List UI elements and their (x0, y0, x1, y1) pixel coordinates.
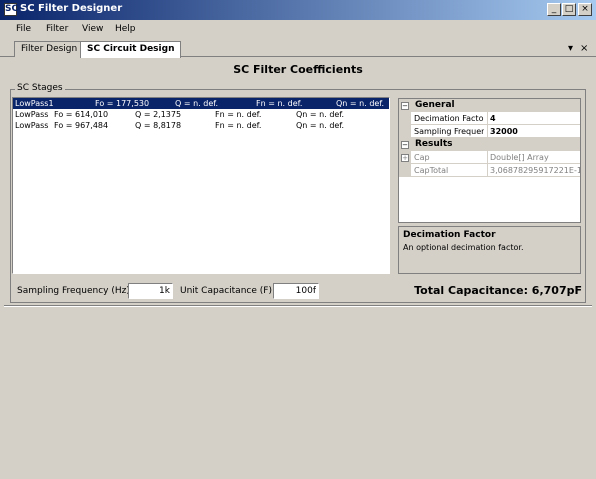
content-panel: SC Filter Coefficients SC Stages LowPass… (4, 58, 592, 306)
menu-file[interactable]: File (16, 24, 31, 34)
expand-icon[interactable]: + (401, 154, 409, 162)
description-text: An optional decimation factor. (403, 243, 524, 252)
unit-capacitance-label: Unit Capacitance (F): (180, 286, 275, 296)
property-decimation-factor[interactable]: Decimation Factor 4 (399, 112, 580, 125)
property-grid[interactable]: − General Decimation Factor 4 Sampling F… (398, 98, 581, 223)
tab-sc-circuit-design[interactable]: SC Circuit Design (80, 41, 182, 58)
description-title: Decimation Factor (403, 230, 496, 240)
minimize-button[interactable]: _ (547, 3, 561, 16)
menu-help[interactable]: Help (115, 24, 136, 34)
window-title: SC Filter Designer (20, 3, 123, 14)
sc-stages-label: SC Stages (15, 83, 65, 93)
title-bar: SC SC Filter Designer _ □ × (0, 0, 596, 20)
list-item[interactable]: LowPass1 Fo = 177,530 Q = n. def. Fn = n… (13, 98, 389, 109)
menu-view[interactable]: View (82, 24, 103, 34)
close-button[interactable]: × (578, 3, 592, 16)
property-cap[interactable]: + Cap Double[] Array (399, 151, 580, 164)
category-results[interactable]: − Results (399, 138, 580, 151)
sc-stages-list[interactable]: LowPass1 Fo = 177,530 Q = n. def. Fn = n… (12, 97, 390, 274)
tab-close-icon[interactable]: × (580, 43, 588, 54)
menu-filter[interactable]: Filter (46, 24, 68, 34)
property-sampling-frequency[interactable]: Sampling Frequency 32000 (399, 125, 580, 138)
list-item[interactable]: LowPass Fo = 967,484 Q = 8,8178 Fn = n. … (13, 120, 389, 131)
property-description: Decimation Factor An optional decimation… (398, 226, 581, 274)
category-general[interactable]: − General (399, 99, 580, 112)
empty-panel (4, 306, 592, 475)
maximize-button[interactable]: □ (562, 3, 576, 16)
menu-bar: File Filter View Help (0, 20, 596, 39)
list-item[interactable]: LowPass Fo = 614,010 Q = 2,1375 Fn = n. … (13, 109, 389, 120)
sampling-frequency-label: Sampling Frequency (Hz): (17, 286, 133, 296)
tab-strip: Filter Design SC Circuit Design ▾ × (0, 40, 596, 58)
collapse-icon[interactable]: − (401, 141, 409, 149)
page-title: SC Filter Coefficients (233, 63, 363, 76)
collapse-icon[interactable]: − (401, 102, 409, 110)
tab-filter-design[interactable]: Filter Design (14, 41, 85, 57)
property-captotal[interactable]: CapTotal 3,06878295917221E-12 (399, 164, 581, 177)
app-icon: SC (4, 3, 19, 16)
total-capacitance: Total Capacitance: 6,707pF (414, 284, 582, 297)
unit-capacitance-input[interactable] (273, 283, 319, 299)
tab-dropdown-icon[interactable]: ▾ (568, 43, 573, 54)
sampling-frequency-input[interactable] (128, 283, 173, 299)
